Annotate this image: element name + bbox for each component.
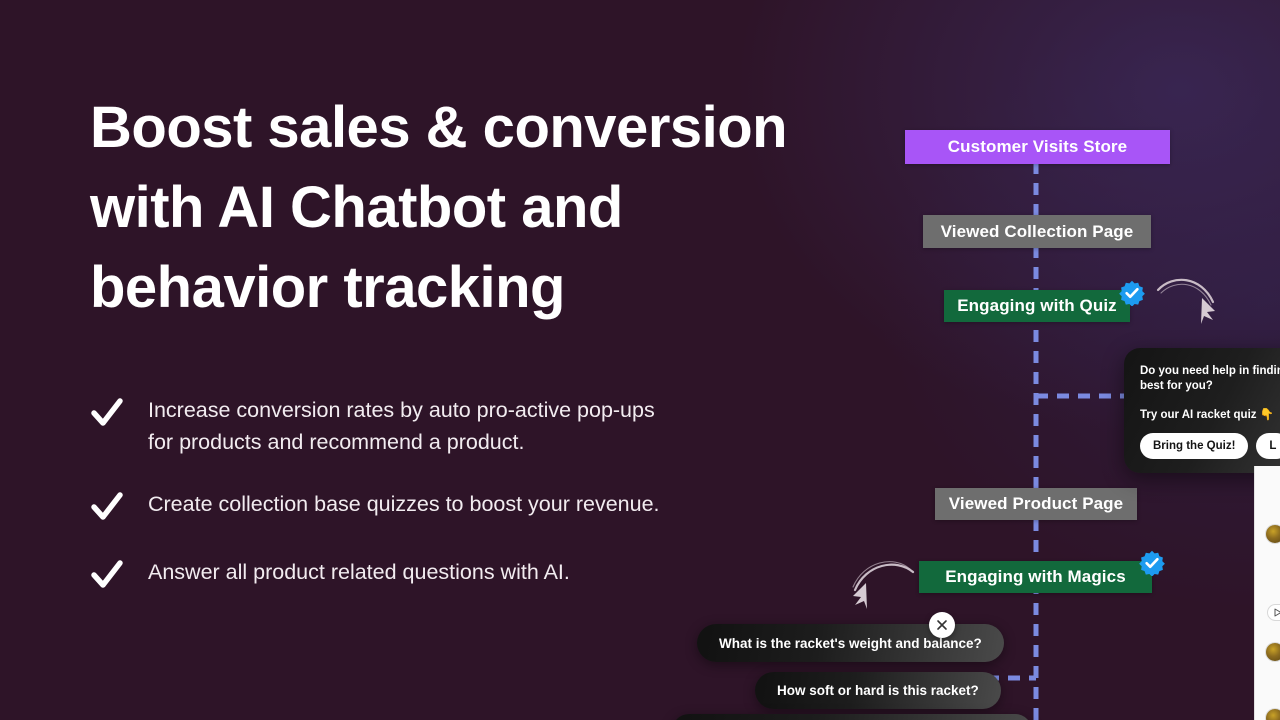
avatar bbox=[1265, 524, 1280, 544]
quiz-popup-actions: Bring the Quiz! L bbox=[1140, 433, 1280, 459]
secondary-quiz-button[interactable]: L bbox=[1256, 433, 1280, 459]
quiz-popup-subtitle: Try our AI racket quiz 👇 bbox=[1140, 409, 1275, 421]
flow-node-viewed-collection-page[interactable]: Viewed Collection Page bbox=[923, 215, 1151, 248]
avatar bbox=[1265, 642, 1280, 662]
avatar bbox=[1265, 708, 1280, 720]
flow-node-label: Viewed Collection Page bbox=[940, 221, 1134, 241]
flow-node-label: Viewed Product Page bbox=[948, 494, 1124, 513]
arrow-to-quiz-popup-icon bbox=[1156, 278, 1215, 324]
verified-badge-icon bbox=[1139, 550, 1165, 576]
arrow-to-chat-bubbles-icon bbox=[852, 561, 915, 609]
chat-bubble-close-button[interactable] bbox=[929, 612, 955, 638]
quiz-popup-question: Do you need help in finding w best for y… bbox=[1140, 365, 1280, 392]
play-icon[interactable] bbox=[1267, 604, 1280, 621]
close-icon bbox=[937, 620, 947, 630]
flow-node-viewed-product-page[interactable]: Viewed Product Page bbox=[935, 488, 1137, 520]
flow-node-label: Engaging with Quiz bbox=[957, 296, 1117, 315]
flow-node-customer-visits-store[interactable]: Customer Visits Store bbox=[905, 130, 1170, 164]
bring-the-quiz-button[interactable]: Bring the Quiz! bbox=[1140, 433, 1249, 459]
flow-node-label: Engaging with Magics bbox=[945, 567, 1126, 586]
chat-bubble-racket-softness[interactable]: How soft or hard is this racket? bbox=[755, 672, 1001, 709]
flow-node-engaging-with-magics[interactable]: Engaging with Magics bbox=[919, 561, 1152, 593]
flow-connector-lines bbox=[945, 162, 1128, 720]
hero-section: Boost sales & conversion with AI Chatbot… bbox=[0, 0, 1280, 720]
chat-bubble-partial[interactable] bbox=[672, 714, 1032, 720]
play-glyph-icon bbox=[1274, 608, 1280, 617]
behavior-flow-diagram: Customer Visits Store Viewed Collection … bbox=[0, 0, 1280, 720]
chat-bubble-text: How soft or hard is this racket? bbox=[777, 683, 979, 698]
verified-badge-icon bbox=[1119, 280, 1145, 306]
flow-node-engaging-with-quiz[interactable]: Engaging with Quiz bbox=[944, 290, 1130, 322]
flow-node-label: Customer Visits Store bbox=[947, 137, 1128, 156]
quiz-popup-card[interactable]: Do you need help in finding w best for y… bbox=[1124, 348, 1280, 473]
chat-bubble-racket-weight[interactable]: What is the racket's weight and balance? bbox=[697, 624, 1004, 662]
chat-widget-panel[interactable] bbox=[1254, 466, 1280, 720]
